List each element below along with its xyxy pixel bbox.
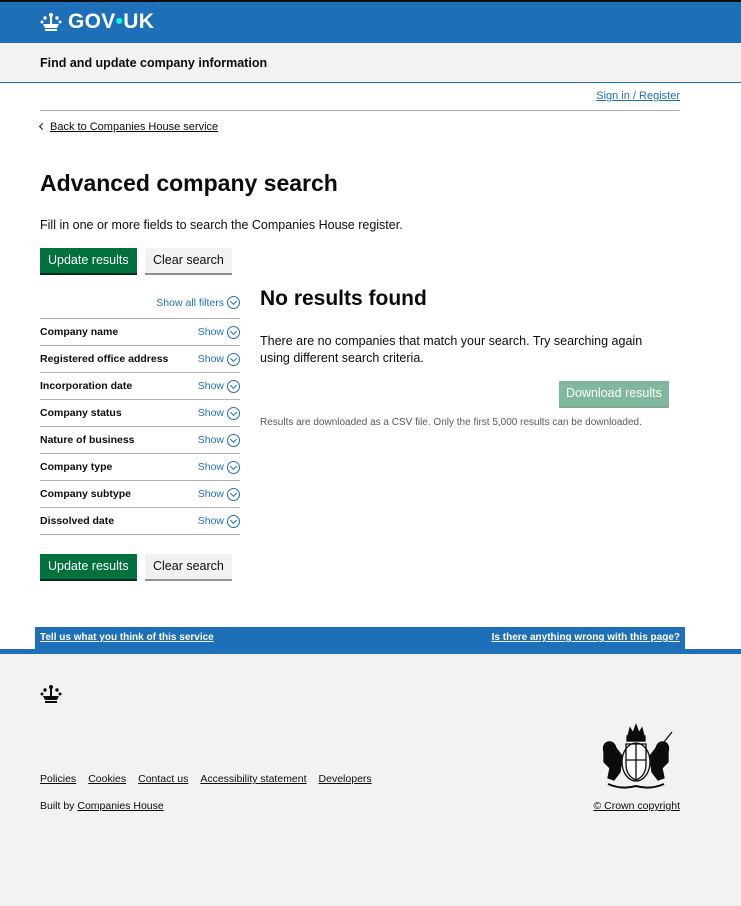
chevron-down-circle-icon: [227, 514, 240, 528]
download-results-button[interactable]: Download results: [559, 381, 669, 406]
chevron-down-circle-icon: [227, 433, 240, 447]
chevron-down-circle-icon: [227, 296, 240, 309]
account-bar: Sign in / Register: [40, 90, 680, 111]
filter-label: Registered office address: [40, 353, 169, 365]
filter-show-toggle[interactable]: Show: [198, 379, 240, 393]
filter-label: Company name: [40, 326, 119, 338]
filter-label: Company subtype: [40, 488, 132, 500]
no-results-heading: No results found: [260, 287, 427, 310]
report-problem-link[interactable]: Is there anything wrong with this page?: [492, 632, 680, 643]
govuk-logo-link[interactable]: GOV•UK: [40, 11, 154, 33]
filter-label: Company status: [40, 407, 122, 419]
update-results-button-bottom[interactable]: Update results: [40, 554, 137, 579]
chevron-down-circle-icon: [227, 406, 240, 420]
chevron-down-circle-icon: [227, 460, 240, 474]
filter-show-toggle[interactable]: Show: [198, 433, 240, 447]
govuk-logo-text: GOV•UK: [68, 10, 155, 33]
service-navigation: Find and update company information: [0, 43, 741, 83]
back-link-label: Back to Companies House service: [50, 121, 219, 133]
filter-dissolved-date[interactable]: Dissolved date Show: [40, 508, 240, 535]
back-link[interactable]: Back to Companies House service: [38, 121, 219, 133]
page-title: Advanced company search: [40, 170, 338, 196]
footer-links: Policies Cookies Contact us Accessibilit…: [40, 773, 372, 785]
built-by: Built by Companies House: [40, 800, 164, 812]
filter-label: Incorporation date: [40, 380, 133, 392]
chevron-down-circle-icon: [227, 487, 240, 501]
crown-icon: [40, 684, 62, 709]
feedback-link[interactable]: Tell us what you think of this service: [40, 632, 214, 643]
footer-link-developers[interactable]: Developers: [319, 773, 372, 785]
footer-link-policies[interactable]: Policies: [40, 773, 76, 785]
filter-show-toggle[interactable]: Show: [198, 460, 240, 474]
update-results-button[interactable]: Update results: [40, 248, 137, 273]
filter-company-subtype[interactable]: Company subtype Show: [40, 481, 240, 508]
filter-label: Company type: [40, 461, 113, 473]
clear-search-button[interactable]: Clear search: [145, 248, 232, 273]
filter-show-toggle[interactable]: Show: [198, 406, 240, 420]
download-note: Results are downloaded as a CSV file. On…: [260, 417, 642, 428]
chevron-down-circle-icon: [227, 379, 240, 393]
filter-list: Company name Show Registered office addr…: [40, 318, 240, 535]
intro-text: Fill in one or more fields to search the…: [40, 218, 403, 232]
filter-registered-office-address[interactable]: Registered office address Show: [40, 346, 240, 373]
no-results-message: There are no companies that match your s…: [260, 334, 643, 365]
results-panel: No results found There are no companies …: [260, 287, 680, 428]
service-name-link[interactable]: Find and update company information: [40, 56, 267, 70]
filter-show-toggle[interactable]: Show: [198, 514, 240, 528]
show-all-filters-label: Show all filters: [156, 296, 224, 309]
filter-company-name[interactable]: Company name Show: [40, 319, 240, 346]
chevron-down-circle-icon: [227, 352, 240, 366]
clear-search-button-bottom[interactable]: Clear search: [145, 554, 232, 579]
crown-copyright-link[interactable]: © Crown copyright: [593, 800, 680, 812]
chevron-down-circle-icon: [227, 325, 240, 339]
footer-link-contact[interactable]: Contact us: [138, 773, 188, 785]
show-all-filters-button[interactable]: Show all filters: [156, 296, 240, 309]
govuk-header: GOV•UK: [0, 0, 741, 43]
built-by-prefix: Built by: [40, 800, 75, 812]
filter-nature-of-business[interactable]: Nature of business Show: [40, 427, 240, 454]
footer: Policies Cookies Contact us Accessibilit…: [0, 649, 741, 906]
filter-show-toggle[interactable]: Show: [198, 325, 240, 339]
footer-link-cookies[interactable]: Cookies: [88, 773, 126, 785]
sign-in-register-link[interactable]: Sign in / Register: [596, 90, 680, 102]
royal-coat-of-arms-icon: [596, 722, 676, 797]
feedback-bar: Tell us what you think of this service I…: [35, 627, 685, 649]
filter-show-toggle[interactable]: Show: [198, 487, 240, 501]
filter-label: Dissolved date: [40, 515, 115, 527]
filter-company-status[interactable]: Company status Show: [40, 400, 240, 427]
filter-show-toggle[interactable]: Show: [198, 352, 240, 366]
filter-incorporation-date[interactable]: Incorporation date Show: [40, 373, 240, 400]
filter-company-type[interactable]: Company type Show: [40, 454, 240, 481]
chevron-left-icon: [38, 122, 47, 131]
crown-icon: [40, 12, 62, 32]
filter-label: Nature of business: [40, 434, 135, 446]
companies-house-link[interactable]: Companies House: [77, 800, 163, 812]
footer-link-accessibility[interactable]: Accessibility statement: [200, 773, 306, 785]
